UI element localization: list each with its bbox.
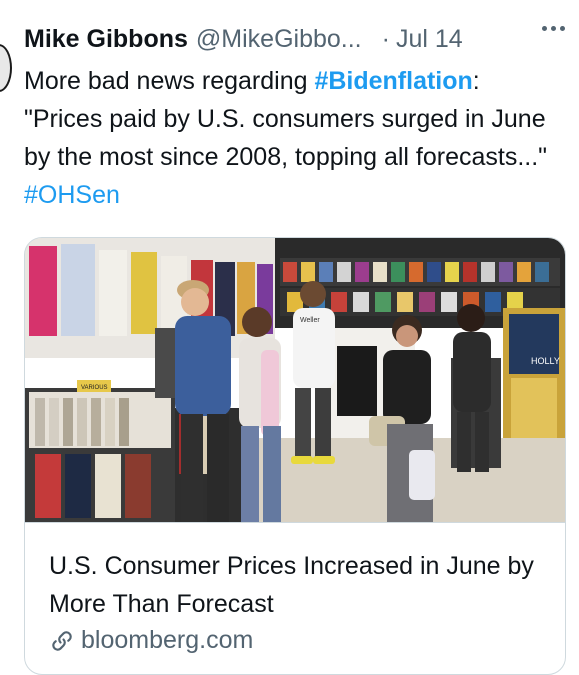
card-body[interactable]: U.S. Consumer Prices Increased in June b…	[25, 522, 565, 674]
hashtag-link-ohsen[interactable]: #OHSen	[24, 181, 120, 209]
card-domain[interactable]: bloomberg.com	[49, 626, 253, 655]
tweet-header: Mike Gibbons @MikeGibbo... · Jul 14	[24, 20, 565, 58]
tweet-text-intro: More bad news regarding	[24, 67, 315, 95]
sign-2: Weller	[300, 317, 320, 324]
sign-3: HOLLY	[531, 356, 560, 366]
author-name[interactable]: Mike Gibbons	[24, 25, 188, 54]
card-title[interactable]: U.S. Consumer Prices Increased in June b…	[49, 547, 539, 623]
hashtag-link-bidenflation[interactable]: #Bidenflation	[314, 67, 472, 95]
tweet-date[interactable]: Jul 14	[396, 25, 463, 54]
sign-1: VARIOUS	[81, 385, 108, 391]
author-handle[interactable]: @MikeGibbo...	[196, 25, 362, 54]
tweet-text: More bad news regarding #Bidenflation: "…	[24, 62, 554, 214]
separator-dot: ·	[381, 24, 390, 53]
more-icon[interactable]	[542, 26, 565, 31]
card-image[interactable]: HOLLY VARIOUS Weller	[25, 238, 565, 522]
avatar[interactable]	[0, 44, 12, 92]
card-domain-label: bloomberg.com	[81, 626, 254, 654]
link-preview-card[interactable]: HOLLY VARIOUS Weller U.S. Consumer Price…	[24, 237, 566, 675]
link-icon	[52, 630, 72, 651]
